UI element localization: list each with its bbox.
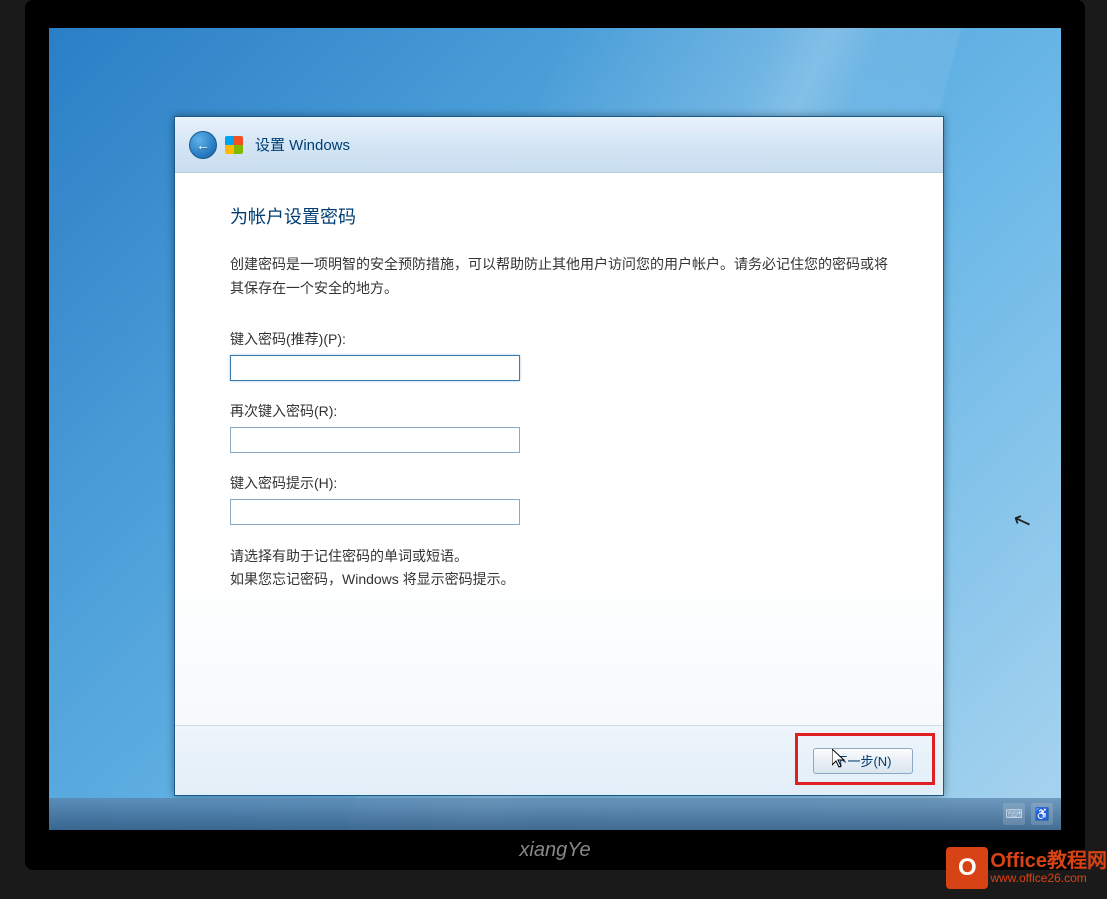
monitor-frame: ↖ ← 设置 Windows 为帐户设置密码 创建密码是一项明智的安全预防措施，… [25,0,1085,870]
password-hint-input[interactable] [230,499,520,525]
hint-description: 请选择有助于记住密码的单词或短语。 如果您忘记密码，Windows 将显示密码提… [230,545,888,593]
next-button[interactable]: 下一步(N) [813,748,913,774]
password-field-group: 键入密码(推荐)(P): [230,329,888,381]
confirm-password-label: 再次键入密码(R): [230,401,888,421]
password-hint-label: 键入密码提示(H): [230,473,888,493]
dialog-header: ← 设置 Windows [175,117,943,173]
hint-line-1: 请选择有助于记住密码的单词或短语。 [230,545,888,569]
screen: ↖ ← 设置 Windows 为帐户设置密码 创建密码是一项明智的安全预防措施，… [49,28,1061,830]
password-label: 键入密码(推荐)(P): [230,329,888,349]
desktop-cursor-decor: ↖ [1009,506,1035,537]
setup-dialog: ← 设置 Windows 为帐户设置密码 创建密码是一项明智的安全预防措施，可以… [174,116,944,796]
page-title: 为帐户设置密码 [230,203,888,229]
back-button[interactable]: ← [189,131,217,159]
dialog-body: 为帐户设置密码 创建密码是一项明智的安全预防措施，可以帮助防止其他用户访问您的用… [175,173,943,725]
confirm-password-field-group: 再次键入密码(R): [230,401,888,453]
windows-icon [225,136,243,154]
description-text: 创建密码是一项明智的安全预防措施，可以帮助防止其他用户访问您的用户帐户。请务必记… [230,253,888,301]
dialog-footer: 下一步(N) [175,725,943,795]
monitor-brand-label: xiangYe [519,839,590,862]
taskbar-keyboard-icon[interactable]: ⌨ [1003,803,1025,825]
back-arrow-icon: ← [196,137,210,153]
taskbar-accessibility-icon[interactable]: ♿ [1031,803,1053,825]
dialog-header-title: 设置 Windows [255,134,350,155]
watermark-logo-icon: O [946,847,988,889]
watermark-url: www.office26.com [990,872,1107,885]
hint-field-group: 键入密码提示(H): [230,473,888,525]
watermark: O Office教程网 www.office26.com [946,847,1107,889]
confirm-password-input[interactable] [230,427,520,453]
hint-line-2: 如果您忘记密码，Windows 将显示密码提示。 [230,568,888,592]
watermark-text-block: Office教程网 www.office26.com [990,850,1107,885]
password-input[interactable] [230,355,520,381]
taskbar: ⌨ ♿ [49,798,1061,830]
watermark-title: Office教程网 [990,850,1107,872]
